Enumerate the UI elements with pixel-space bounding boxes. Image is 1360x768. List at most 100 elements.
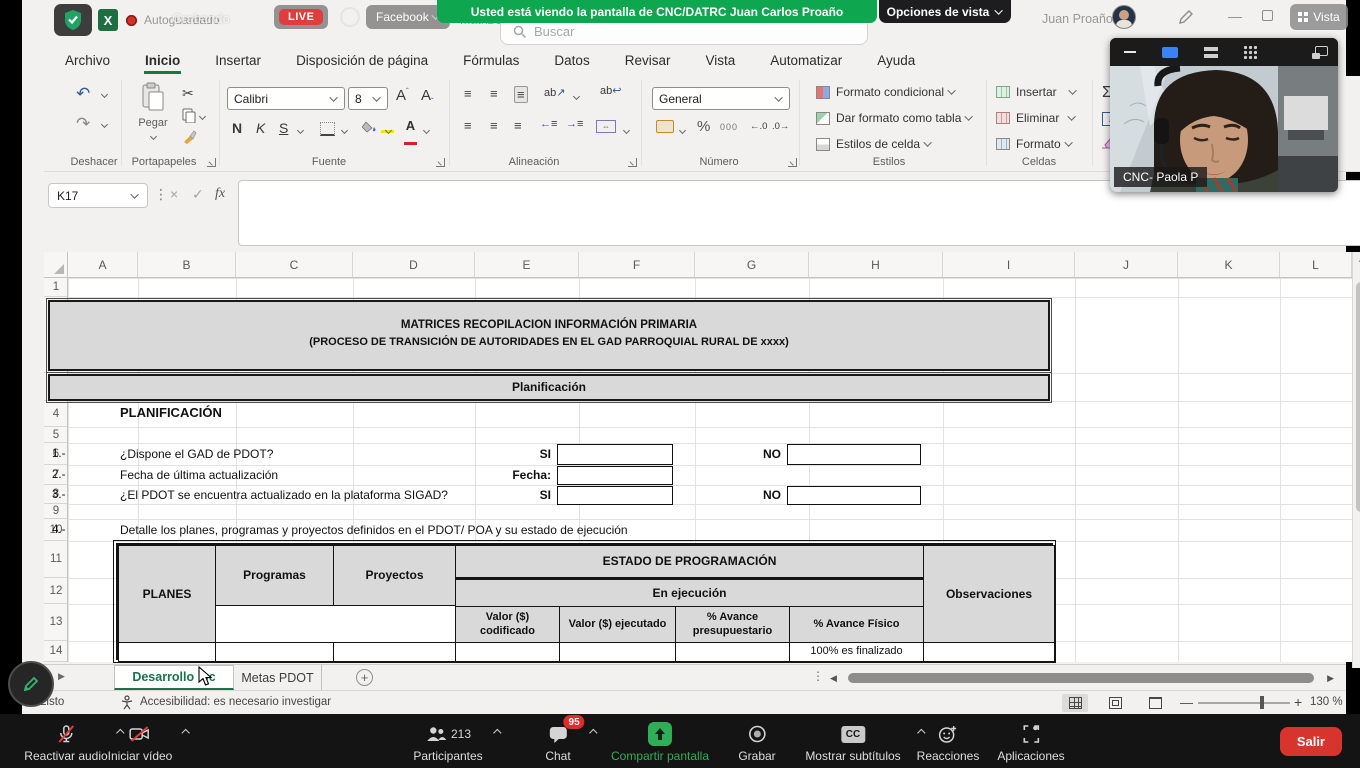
table-row-cell[interactable] bbox=[333, 642, 456, 662]
active-speaker-view-icon[interactable] bbox=[1162, 47, 1178, 58]
cancel-entry-button[interactable]: × bbox=[170, 186, 178, 202]
vscroll-thumb[interactable] bbox=[1356, 282, 1360, 512]
increase-decimal-button[interactable]: ←.0 bbox=[750, 121, 767, 132]
number-format-select[interactable]: General bbox=[652, 87, 790, 110]
column-header-I[interactable]: I bbox=[943, 252, 1075, 278]
decrease-indent-button[interactable]: ←≡ bbox=[540, 118, 557, 130]
orientation-button[interactable]: ab↗ bbox=[544, 86, 565, 99]
horizontal-scrollbar[interactable]: ◀ ▶ bbox=[828, 671, 1334, 685]
wrap-text-button[interactable]: ab↩ bbox=[600, 84, 621, 97]
chat-button[interactable]: 95 Chat bbox=[545, 722, 570, 763]
shrink-font-button[interactable]: Aˇ bbox=[421, 87, 434, 106]
column-header-C[interactable]: C bbox=[236, 252, 353, 278]
conditional-format-button[interactable]: Formato condicional bbox=[816, 85, 956, 99]
stacked-view-icon[interactable] bbox=[1204, 47, 1218, 58]
column-header-K[interactable]: K bbox=[1178, 252, 1280, 278]
q1-si-answer-box[interactable] bbox=[557, 444, 673, 465]
gallery-view-icon[interactable] bbox=[1244, 46, 1257, 59]
paste-button[interactable]: Pegar bbox=[132, 82, 174, 129]
format-painter-icon[interactable] bbox=[182, 130, 197, 144]
planning-table[interactable]: PLANES Programas Proyectos ESTADO DE PRO… bbox=[116, 543, 1053, 660]
tab-overflow-dots[interactable]: ⋮ bbox=[812, 669, 824, 683]
delete-cells-button[interactable]: Eliminar bbox=[996, 111, 1076, 125]
decrease-decimal-button[interactable]: .0→ bbox=[772, 121, 789, 132]
row-header-12[interactable]: 12 bbox=[44, 578, 68, 604]
annotation-pencil-button[interactable] bbox=[8, 661, 54, 707]
font-name-select[interactable]: Calibri bbox=[227, 87, 345, 110]
name-box[interactable]: K17 bbox=[48, 183, 148, 208]
select-all-corner[interactable] bbox=[44, 252, 68, 278]
format-as-table-button[interactable]: Dar formato como tabla bbox=[816, 111, 973, 125]
ribbon-tab-archivo[interactable]: Archivo bbox=[64, 49, 111, 74]
table-row-cell[interactable] bbox=[455, 642, 560, 662]
zoom-in-button[interactable]: + bbox=[1294, 694, 1302, 710]
avance-fisico-note-cell[interactable]: 100% es finalizado bbox=[789, 642, 924, 662]
accounting-format-button[interactable] bbox=[656, 120, 674, 133]
ribbon-tab-inicio[interactable]: Inicio bbox=[144, 49, 181, 74]
percent-button[interactable]: % bbox=[697, 118, 710, 135]
row-header-5[interactable]: 5 bbox=[44, 427, 68, 443]
q3-si-answer-box[interactable] bbox=[557, 486, 673, 505]
sheet-tab-desarrollo-local[interactable]: Desarrollo loc bbox=[114, 665, 234, 690]
ribbon-tab-automatizar[interactable]: Automatizar bbox=[769, 49, 843, 74]
insert-cells-button[interactable]: Insertar bbox=[996, 85, 1077, 99]
merge-center-button[interactable]: ⇔ bbox=[596, 120, 616, 133]
column-header-G[interactable]: G bbox=[695, 252, 809, 278]
q1-no-answer-box[interactable] bbox=[787, 444, 921, 465]
italic-button[interactable]: K bbox=[256, 120, 265, 136]
q2-fecha-answer-box[interactable] bbox=[557, 466, 673, 485]
restore-window-icon[interactable] bbox=[1262, 10, 1273, 21]
participants-button[interactable]: 213 Participantes bbox=[413, 722, 482, 763]
increase-indent-button[interactable]: →≡ bbox=[566, 118, 583, 130]
chat-options-caret[interactable] bbox=[589, 729, 597, 737]
participants-options-caret[interactable] bbox=[493, 729, 501, 737]
table-row-cell[interactable] bbox=[118, 642, 216, 662]
captions-button[interactable]: CC Mostrar subtítulos bbox=[805, 722, 900, 763]
view-options-button[interactable]: Opciones de vista bbox=[879, 0, 1011, 23]
zoom-level[interactable]: 130 % bbox=[1310, 696, 1343, 708]
scroll-left-icon[interactable]: ◀ bbox=[830, 673, 837, 684]
table-row-cell[interactable] bbox=[215, 642, 334, 662]
vista-view-button[interactable]: Vista bbox=[1290, 4, 1348, 30]
underline-button[interactable]: S bbox=[279, 120, 288, 136]
presenter-avatar[interactable] bbox=[1112, 5, 1136, 29]
row-header-14[interactable]: 14 bbox=[44, 641, 68, 662]
copy-icon[interactable] bbox=[182, 108, 196, 123]
ribbon-tab-vista[interactable]: Vista bbox=[704, 49, 736, 74]
video-options-caret[interactable] bbox=[181, 729, 189, 737]
align-middle-button[interactable]: ≡ bbox=[490, 86, 498, 101]
ribbon-tab-datos[interactable]: Datos bbox=[553, 49, 590, 74]
row-header-11[interactable]: 11 bbox=[44, 541, 68, 578]
column-header-H[interactable]: H bbox=[809, 252, 943, 278]
align-right-button[interactable]: ≡ bbox=[514, 118, 522, 133]
align-center-button[interactable]: ≡ bbox=[490, 118, 498, 133]
table-row-cell[interactable] bbox=[675, 642, 790, 662]
bold-button[interactable]: N bbox=[232, 120, 242, 136]
normal-view-button[interactable] bbox=[1062, 694, 1088, 712]
apps-button[interactable]: Aplicaciones bbox=[997, 722, 1064, 763]
vertical-scrollbar[interactable]: ▲ bbox=[1352, 252, 1360, 668]
minimize-window-icon[interactable]: — bbox=[1228, 8, 1242, 24]
reactions-button[interactable]: Reacciones bbox=[917, 722, 980, 763]
column-header-L[interactable]: L bbox=[1280, 252, 1352, 278]
share-screen-button[interactable]: Compartir pantalla bbox=[611, 722, 709, 763]
align-top-button[interactable]: ≡ bbox=[464, 86, 472, 101]
row-header-4[interactable]: 4 bbox=[44, 401, 68, 427]
cut-button[interactable]: ✂ bbox=[182, 85, 194, 102]
redo-button[interactable]: ↷ bbox=[76, 114, 90, 134]
add-sheet-button[interactable]: + bbox=[356, 669, 373, 686]
unmute-button[interactable]: Reactivar audio bbox=[24, 722, 107, 763]
page-break-view-button[interactable] bbox=[1142, 694, 1168, 712]
ribbon-tab-f-rmulas[interactable]: Fórmulas bbox=[462, 49, 520, 74]
participant-video-tile[interactable]: CNC- Paola P bbox=[1110, 38, 1338, 192]
scroll-right-icon[interactable]: ▶ bbox=[1327, 673, 1334, 684]
format-cells-button[interactable]: Formato bbox=[996, 137, 1073, 151]
borders-button[interactable] bbox=[320, 122, 335, 136]
row-header-1[interactable]: 1 bbox=[44, 278, 68, 297]
zoom-slider-thumb[interactable] bbox=[1260, 696, 1264, 709]
zoom-out-button[interactable]: — bbox=[1180, 695, 1193, 710]
ribbon-tab-disposici-n-de-p-gina[interactable]: Disposición de página bbox=[295, 49, 429, 74]
zoom-slider[interactable] bbox=[1198, 702, 1290, 704]
column-header-F[interactable]: F bbox=[579, 252, 695, 278]
minimize-video-icon[interactable] bbox=[1124, 51, 1136, 54]
